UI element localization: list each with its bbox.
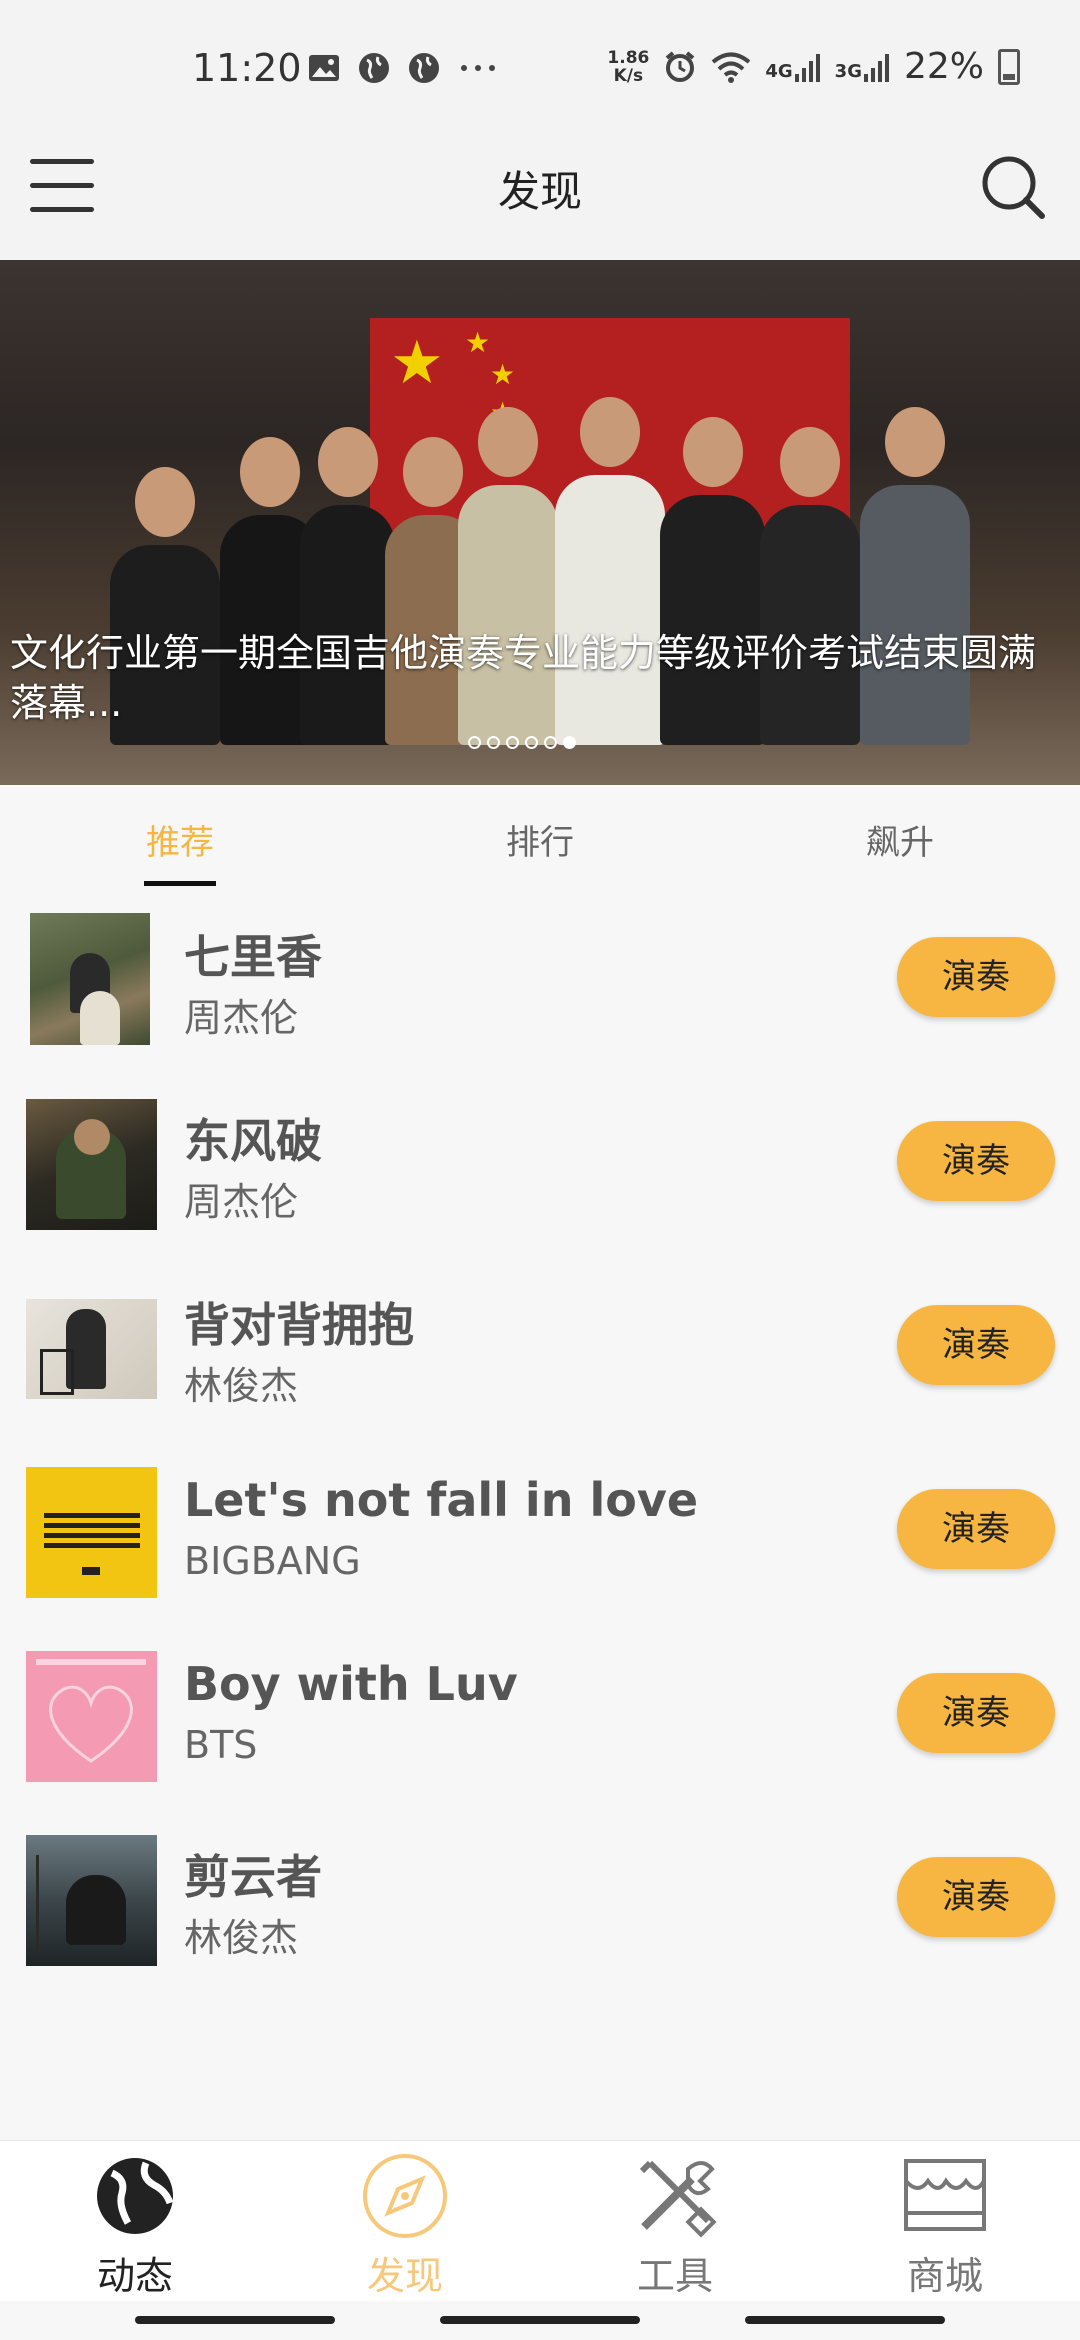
system-nav-bar[interactable] — [745, 2316, 945, 2324]
system-nav-bar[interactable] — [135, 2316, 335, 2324]
network-speed-unit: K/s — [613, 65, 644, 86]
battery-icon — [998, 48, 1020, 85]
network-speed: 1.86 K/s — [607, 49, 649, 85]
tools-icon — [639, 2160, 717, 2238]
song-title: 背对背拥抱 — [184, 1298, 414, 1352]
album-cover — [26, 1099, 157, 1230]
pagination-dot-active[interactable] — [563, 736, 576, 749]
network-speed-value: 1.86 — [607, 47, 650, 68]
list-item[interactable]: 剪云者 林俊杰 演奏 — [0, 1815, 1080, 1999]
album-cover — [26, 1467, 157, 1598]
signal-icon: 3G — [835, 52, 890, 82]
status-right-icons: 1.86 K/s 4G 3G 22% — [607, 46, 1020, 87]
play-button[interactable]: 演奏 — [897, 1305, 1055, 1385]
compass-icon — [363, 2154, 447, 2238]
banner-pagination — [468, 736, 576, 749]
list-item[interactable]: 背对背拥抱 林俊杰 演奏 — [0, 1263, 1080, 1447]
bottom-navigation: 动态 发现 工具 商城 — [0, 2140, 1080, 2301]
banner-caption: 文化行业第一期全国吉他演奏专业能力等级评价考试结束圆满落幕... — [10, 631, 1037, 725]
pagination-dot[interactable] — [544, 736, 557, 749]
pagination-dot[interactable] — [468, 736, 481, 749]
active-tab-indicator — [144, 881, 216, 886]
song-artist: 周杰伦 — [184, 996, 299, 1040]
header-bar: 发现 — [0, 110, 1080, 260]
nav-label: 动态 — [96, 2254, 173, 2298]
globe-icon — [409, 53, 439, 83]
play-button[interactable]: 演奏 — [897, 1121, 1055, 1201]
status-left-icons — [308, 52, 498, 84]
play-button[interactable]: 演奏 — [897, 1673, 1055, 1753]
song-title: 剪云者 — [184, 1850, 322, 1904]
play-button[interactable]: 演奏 — [897, 1857, 1055, 1937]
alarm-icon — [666, 50, 695, 82]
nav-item-dynamics[interactable]: 动态 — [55, 2151, 215, 2300]
song-title: Let's not fall in love — [184, 1473, 699, 1527]
nav-label: 商城 — [906, 2254, 983, 2298]
news-banner[interactable]: ★ ★ ★ ★ 文化行业第一期全国吉他演奏专业能力等级评价考试结束圆满落幕... — [0, 260, 1080, 785]
song-title: 东风破 — [184, 1114, 322, 1168]
song-title: Boy with Luv — [184, 1657, 518, 1711]
nav-item-tools[interactable]: 工具 — [595, 2151, 755, 2300]
song-artist: 林俊杰 — [184, 1916, 299, 1960]
signal-icon: 4G — [765, 52, 820, 82]
album-cover — [26, 1651, 157, 1782]
play-button[interactable]: 演奏 — [897, 1489, 1055, 1569]
status-time: 11:20 — [192, 46, 302, 90]
page-title: 发现 — [497, 167, 582, 216]
nav-label: 发现 — [366, 2254, 443, 2298]
song-title: 七里香 — [184, 930, 322, 984]
pagination-dot[interactable] — [525, 736, 538, 749]
globe-icon — [97, 2158, 174, 2234]
tab-rising[interactable]: 飙升 — [800, 815, 1000, 864]
list-item[interactable]: 七里香 周杰伦 演奏 — [0, 895, 1080, 1079]
list-item[interactable]: 东风破 周杰伦 演奏 — [0, 1079, 1080, 1263]
more-icon — [461, 65, 495, 71]
tab-ranking[interactable]: 排行 — [440, 815, 640, 864]
album-cover — [30, 913, 150, 1045]
song-artist: 周杰伦 — [184, 1180, 299, 1224]
pagination-dot[interactable] — [506, 736, 519, 749]
wifi-icon — [712, 52, 751, 83]
play-button[interactable]: 演奏 — [897, 937, 1055, 1017]
network-type-2: 3G — [834, 60, 862, 82]
song-artist: 林俊杰 — [184, 1364, 299, 1408]
album-cover — [26, 1835, 157, 1966]
song-artist: BIGBANG — [184, 1539, 361, 1583]
nav-item-discover[interactable]: 发现 — [325, 2151, 485, 2300]
network-type-1: 4G — [765, 60, 793, 82]
category-tabs: 推荐 排行 飙升 — [0, 785, 1080, 895]
song-artist: BTS — [184, 1723, 258, 1767]
nav-item-store[interactable]: 商城 — [865, 2151, 1025, 2300]
list-item[interactable]: Let's not fall in love BIGBANG 演奏 — [0, 1447, 1080, 1631]
pagination-dot[interactable] — [487, 736, 500, 749]
globe-icon — [359, 53, 389, 83]
list-item[interactable]: Boy with Luv BTS 演奏 — [0, 1631, 1080, 1815]
system-nav-bar[interactable] — [440, 2316, 640, 2324]
battery-percent: 22% — [903, 46, 984, 87]
store-icon — [904, 2159, 986, 2231]
search-icon[interactable] — [980, 154, 1046, 220]
tab-recommend[interactable]: 推荐 — [80, 815, 280, 864]
image-icon — [309, 55, 339, 81]
album-cover — [26, 1299, 157, 1399]
nav-label: 工具 — [636, 2254, 713, 2298]
